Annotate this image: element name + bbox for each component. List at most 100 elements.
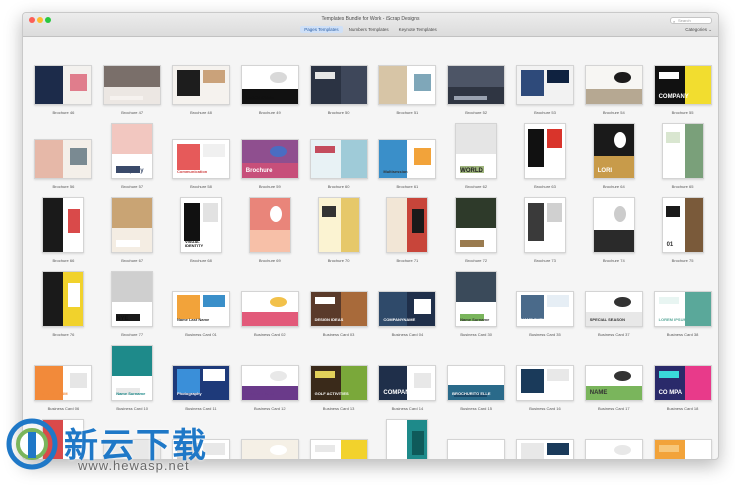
template-item[interactable]: COMPANY bbox=[579, 415, 648, 459]
template-thumbnail[interactable] bbox=[592, 197, 635, 253]
template-item[interactable]: LORI Brochure 64 bbox=[579, 119, 648, 193]
template-item[interactable]: LOREM IPSUM Business Card 12 bbox=[235, 341, 304, 415]
template-item[interactable]: NYE Brochure 77 bbox=[98, 267, 167, 341]
template-thumbnail[interactable] bbox=[103, 65, 162, 105]
template-item[interactable]: Brochure 63 bbox=[511, 119, 580, 193]
template-item[interactable]: NAME SURNAME Business Card 35 bbox=[511, 267, 580, 341]
template-item[interactable]: NAME Business Card 17 bbox=[579, 341, 648, 415]
template-thumbnail[interactable]: NAME bbox=[584, 365, 643, 401]
template-item[interactable]: DESIGN IDEAS Business Card 03 bbox=[304, 267, 373, 341]
template-item[interactable]: Business Card 16 bbox=[511, 341, 580, 415]
template-thumbnail[interactable]: Name Surname bbox=[455, 271, 498, 327]
template-thumbnail[interactable] bbox=[447, 439, 506, 459]
template-thumbnail[interactable] bbox=[653, 439, 712, 459]
template-item[interactable]: COMPANY Brochure 55 bbox=[648, 45, 717, 119]
tab-pages-templates[interactable]: Pages Templates bbox=[300, 26, 343, 33]
template-thumbnail[interactable]: Company bbox=[515, 439, 574, 459]
template-thumbnail[interactable]: company bbox=[309, 439, 368, 459]
template-item[interactable]: Brochure 54 bbox=[579, 45, 648, 119]
tab-numbers-templates[interactable]: Numbers Templates bbox=[345, 26, 393, 33]
template-thumbnail[interactable]: LOREM IPSUM bbox=[240, 365, 299, 401]
template-item[interactable]: Brochure 72 bbox=[442, 193, 511, 267]
template-item[interactable]: Brochure 50 bbox=[304, 45, 373, 119]
template-item[interactable]: COMPANYNAME Business Card 04 bbox=[373, 267, 442, 341]
template-thumbnail[interactable]: Name Surname bbox=[111, 345, 154, 401]
template-thumbnail[interactable] bbox=[455, 197, 498, 253]
template-item[interactable]: Company Brochure 57 bbox=[98, 119, 167, 193]
template-item[interactable]: Company bbox=[511, 415, 580, 459]
template-item[interactable]: COMPANY NAME bbox=[373, 415, 442, 459]
search-input[interactable]: ⌕ Search bbox=[670, 17, 712, 24]
tab-keynote-templates[interactable]: Keynote Templates bbox=[395, 26, 441, 33]
template-item[interactable]: company bbox=[304, 415, 373, 459]
template-item[interactable]: Brochure 65 bbox=[648, 119, 717, 193]
template-item[interactable]: COMPANY Business Card 14 bbox=[373, 341, 442, 415]
template-thumbnail[interactable]: LORI bbox=[592, 123, 635, 179]
template-item[interactable]: Name Last Name Business Card 01 bbox=[167, 267, 236, 341]
template-thumbnail[interactable]: Multisession bbox=[378, 139, 437, 179]
template-item[interactable]: Name Surname Business Card 30 bbox=[442, 267, 511, 341]
template-thumbnail[interactable] bbox=[34, 139, 93, 179]
template-thumbnail[interactable] bbox=[240, 291, 299, 327]
template-item[interactable]: LOREM IPSUM Business Card 06 bbox=[29, 341, 98, 415]
template-thumbnail[interactable] bbox=[584, 65, 643, 105]
template-item[interactable]: Business Card 02 bbox=[235, 267, 304, 341]
template-item[interactable]: Communication Brochure 58 bbox=[167, 119, 236, 193]
template-thumbnail[interactable]: GOLF ACTIVITIES bbox=[309, 365, 368, 401]
template-thumbnail[interactable]: COMPANY NAME bbox=[386, 419, 429, 459]
template-item[interactable]: LOREM IPSUM Business Card 38 bbox=[648, 267, 717, 341]
template-thumbnail[interactable] bbox=[171, 65, 230, 105]
template-thumbnail[interactable] bbox=[523, 123, 566, 179]
template-thumbnail[interactable]: Photography bbox=[171, 365, 230, 401]
template-item[interactable]: SPECIAL SEASON Business Card 37 bbox=[579, 267, 648, 341]
template-item[interactable]: Brochure 70 bbox=[304, 193, 373, 267]
template-thumbnail[interactable]: NAME SURNAME bbox=[515, 291, 574, 327]
template-thumbnail[interactable] bbox=[523, 197, 566, 253]
template-item[interactable]: Brochure 71 bbox=[373, 193, 442, 267]
template-thumbnail[interactable]: LOREM IPSUM bbox=[653, 291, 712, 327]
template-item[interactable]: BROCHURITO ELLE Business Card 15 bbox=[442, 341, 511, 415]
template-thumbnail[interactable] bbox=[515, 65, 574, 105]
template-thumbnail[interactable] bbox=[661, 123, 704, 179]
template-item[interactable]: Brochure 48 bbox=[167, 45, 236, 119]
template-item[interactable]: VISUAL IDENTITY Brochure 68 bbox=[167, 193, 236, 267]
categories-dropdown[interactable]: Categories ⌄ bbox=[685, 27, 712, 33]
template-item[interactable]: Brochure 76 bbox=[29, 267, 98, 341]
template-thumbnail[interactable]: COMPANY bbox=[653, 65, 712, 105]
template-item[interactable]: Brochure 46 bbox=[29, 45, 98, 119]
template-thumbnail[interactable]: CO MPA bbox=[653, 365, 712, 401]
template-item[interactable]: Brochure 51 bbox=[373, 45, 442, 119]
template-item[interactable]: GOLF ACTIVITIES Business Card 13 bbox=[304, 341, 373, 415]
template-thumbnail[interactable] bbox=[447, 65, 506, 105]
template-item[interactable]: WORLD Brochure 62 bbox=[442, 119, 511, 193]
template-item[interactable]: Brochure 67 bbox=[98, 193, 167, 267]
template-thumbnail[interactable]: COMPANY bbox=[584, 439, 643, 459]
template-item[interactable]: Brochure Brochure 59 bbox=[235, 119, 304, 193]
template-item[interactable]: 01 Brochure 75 bbox=[648, 193, 717, 267]
template-thumbnail[interactable]: Communication bbox=[171, 139, 230, 179]
template-item[interactable]: Name Surname Business Card 10 bbox=[98, 341, 167, 415]
template-thumbnail[interactable]: VISUAL IDENTITY bbox=[179, 197, 222, 253]
template-thumbnail[interactable]: BROCHURITO ELLE bbox=[447, 365, 506, 401]
template-thumbnail[interactable] bbox=[378, 65, 437, 105]
template-item[interactable]: LOREM IPSUM Brochure 49 bbox=[235, 45, 304, 119]
template-thumbnail[interactable] bbox=[309, 65, 368, 105]
template-thumbnail[interactable]: NYE bbox=[111, 271, 154, 327]
template-item[interactable]: Brochure 74 bbox=[579, 193, 648, 267]
template-thumbnail[interactable]: 01 bbox=[661, 197, 704, 253]
template-thumbnail[interactable] bbox=[42, 197, 85, 253]
template-thumbnail[interactable]: LOREM IPSUM bbox=[34, 365, 93, 401]
template-thumbnail[interactable]: SPECIAL SEASON bbox=[584, 291, 643, 327]
template-thumbnail[interactable] bbox=[248, 197, 291, 253]
template-thumbnail[interactable] bbox=[515, 365, 574, 401]
template-thumbnail[interactable] bbox=[317, 197, 360, 253]
template-item[interactable]: Brochure 66 bbox=[29, 193, 98, 267]
template-item[interactable]: Brochure 73 bbox=[511, 193, 580, 267]
template-thumbnail[interactable] bbox=[386, 197, 429, 253]
template-item[interactable]: Company name bbox=[235, 415, 304, 459]
template-item[interactable]: Brochure 60 bbox=[304, 119, 373, 193]
template-thumbnail[interactable]: COMPANY bbox=[378, 365, 437, 401]
template-item[interactable]: Brochure 47 bbox=[98, 45, 167, 119]
template-item[interactable]: Multisession Brochure 61 bbox=[373, 119, 442, 193]
template-item[interactable]: Brochure 52 bbox=[442, 45, 511, 119]
